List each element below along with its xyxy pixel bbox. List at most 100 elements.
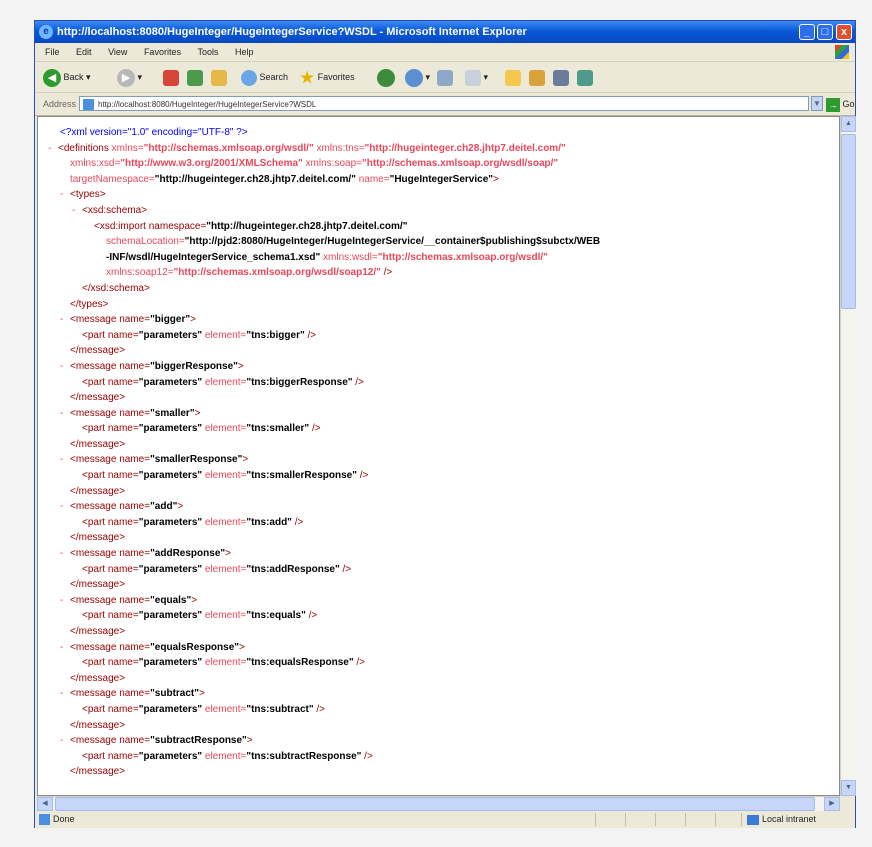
collapse-toggle[interactable]: -	[60, 733, 70, 749]
browser-window: e http://localhost:8080/HugeInteger/Huge…	[34, 20, 856, 828]
message-open: - <message name="smaller">	[48, 406, 600, 422]
title-bar[interactable]: e http://localhost:8080/HugeInteger/Huge…	[35, 21, 855, 43]
message-close: </message>	[70, 345, 126, 357]
messenger-button[interactable]	[553, 67, 569, 87]
collapse-toggle[interactable]: -	[60, 452, 70, 468]
message-close: </message>	[70, 626, 126, 637]
message-part: <part name="parameters" element="tns:add…	[82, 563, 352, 575]
minimize-button[interactable]: _	[799, 24, 815, 40]
home-icon	[211, 69, 227, 86]
research-button[interactable]	[529, 67, 545, 87]
address-bar: Address http://localhost:8080/HugeIntege…	[35, 93, 855, 116]
collapse-toggle[interactable]: -	[72, 203, 82, 219]
message-part: <part name="parameters" element="tns:add…	[82, 516, 304, 528]
back-arrow-icon: ◀	[43, 68, 61, 87]
scroll-left-button[interactable]: ◀	[37, 797, 53, 811]
address-input[interactable]: http://localhost:8080/HugeInteger/HugeIn…	[79, 96, 809, 111]
status-bar: Done Local intranet	[35, 811, 855, 828]
message-list: - <message name="bigger"> <part name="para…	[48, 312, 600, 780]
back-button[interactable]: ◀ Back ▾	[43, 67, 91, 87]
windows-flag-icon	[835, 45, 849, 59]
collapse-toggle[interactable]: -	[48, 141, 58, 157]
forward-button[interactable]: ▶ ▾	[117, 67, 142, 87]
collapse-toggle[interactable]: -	[60, 312, 70, 328]
stop-button[interactable]	[163, 67, 179, 87]
extra-button[interactable]	[577, 67, 593, 87]
schema-open: - <xsd:schema>	[48, 203, 600, 219]
collapse-toggle[interactable]: -	[60, 546, 70, 562]
menu-tools[interactable]: Tools	[197, 47, 218, 57]
message-part: <part name="parameters" element="tns:sma…	[82, 470, 369, 482]
horizontal-scrollbar[interactable]: ◀ ▶	[37, 796, 840, 811]
vertical-scroll-thumb[interactable]	[841, 134, 856, 309]
definitions-line-3: targetNamespace="http://hugeinteger.ch28…	[70, 173, 499, 185]
discuss-button[interactable]	[505, 67, 521, 87]
definitions-line-2: xmlns:xsd="http://www.w3.org/2001/XMLSch…	[70, 158, 559, 170]
search-button[interactable]: Search	[241, 67, 288, 87]
message-open: - <message name="equalsResponse">	[48, 640, 600, 656]
message-close: </message>	[70, 392, 126, 404]
scroll-right-button[interactable]: ▶	[824, 797, 840, 811]
extra-tool-icon	[577, 69, 593, 86]
window-title: http://localhost:8080/HugeInteger/HugeIn…	[57, 26, 527, 38]
message-open: - <message name="subtract">	[48, 686, 600, 702]
xml-declaration: <?xml version="1.0" encoding="UTF-8" ?>	[60, 127, 248, 138]
address-label: Address	[43, 99, 77, 109]
mail-button[interactable]: ▾	[405, 67, 430, 87]
collapse-toggle[interactable]: -	[60, 593, 70, 609]
document-view[interactable]: <?xml version="1.0" encoding="UTF-8" ?> …	[37, 116, 840, 796]
favorites-button[interactable]: ★ Favorites	[299, 67, 355, 88]
status-divider	[715, 813, 716, 826]
menu-edit[interactable]: Edit	[76, 47, 92, 57]
edit-icon	[465, 69, 481, 86]
definitions-line-1: - <definitions xmlns="http://schemas.xmls…	[48, 141, 600, 157]
maximize-button[interactable]: □	[817, 24, 833, 40]
search-icon	[241, 69, 257, 86]
import-line-2: schemaLocation="http://pjd2:8080/HugeInt…	[106, 236, 601, 248]
collapse-toggle[interactable]: -	[60, 359, 70, 375]
mail-icon	[405, 68, 423, 87]
message-close: </message>	[70, 532, 126, 544]
xml-document: <?xml version="1.0" encoding="UTF-8" ?> …	[48, 125, 600, 780]
menu-favorites[interactable]: Favorites	[144, 47, 181, 57]
message-open: - <message name="subtractResponse">	[48, 733, 600, 749]
vertical-scrollbar[interactable]: ▲ ▼	[840, 116, 856, 796]
ie-icon: e	[39, 25, 53, 39]
go-label: Go	[842, 99, 855, 109]
menu-view[interactable]: View	[108, 47, 127, 57]
collapse-toggle[interactable]: -	[60, 640, 70, 656]
status-divider	[625, 813, 626, 826]
message-close: </message>	[70, 719, 126, 731]
scroll-up-button[interactable]: ▲	[841, 116, 856, 132]
intranet-icon	[747, 814, 759, 825]
message-close: </message>	[70, 438, 126, 450]
message-open: - <message name="addResponse">	[48, 546, 600, 562]
messenger-icon	[553, 69, 569, 86]
collapse-toggle[interactable]: -	[60, 406, 70, 422]
collapse-toggle[interactable]: -	[60, 499, 70, 515]
scroll-down-button[interactable]: ▼	[841, 780, 856, 796]
menu-file[interactable]: File	[45, 47, 60, 57]
message-part: <part name="parameters" element="tns:big…	[82, 329, 317, 341]
zone-label: Local intranet	[762, 814, 817, 824]
edit-button[interactable]: ▾	[465, 67, 488, 87]
home-button[interactable]	[211, 67, 227, 87]
status-divider	[685, 813, 686, 826]
message-open: - <message name="biggerResponse">	[48, 359, 600, 375]
horizontal-scroll-thumb[interactable]	[55, 797, 815, 811]
menu-help[interactable]: Help	[235, 47, 254, 57]
message-part: <part name="parameters" element="tns:big…	[82, 376, 364, 388]
address-dropdown-button[interactable]: ▼	[811, 96, 823, 111]
collapse-toggle[interactable]: -	[60, 187, 70, 203]
print-button[interactable]	[437, 67, 453, 87]
message-part: <part name="parameters" element="tns:sub…	[82, 750, 373, 762]
history-button[interactable]	[377, 67, 395, 87]
folder-icon	[505, 69, 521, 86]
status-divider	[595, 813, 596, 826]
types-open: - <types>	[48, 187, 600, 203]
history-icon	[377, 68, 395, 87]
refresh-button[interactable]	[187, 67, 203, 87]
close-button[interactable]: x	[836, 24, 852, 40]
go-button[interactable]: → Go	[826, 96, 855, 112]
collapse-toggle[interactable]: -	[60, 686, 70, 702]
